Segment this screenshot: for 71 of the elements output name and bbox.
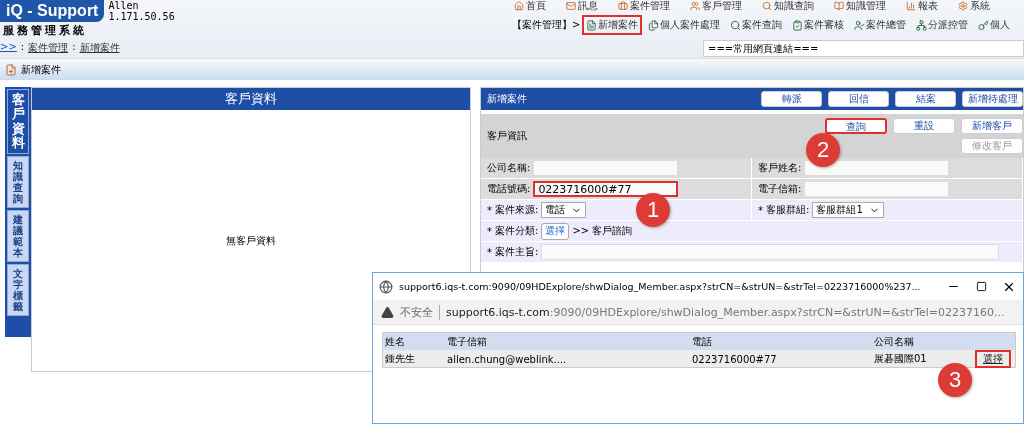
subnav-item[interactable]: 案件審核	[788, 15, 849, 35]
side-tab[interactable]: 客戶資料	[7, 89, 29, 155]
window-title: support6.iqs-t.com:9090/09HDExplore/shwDialog_Member.aspx?strCN=&strUN=&strTel=0223716000%237...	[399, 281, 921, 292]
action-button[interactable]: 新增待處理	[962, 91, 1023, 107]
dropdown[interactable]: 客服群組1	[812, 202, 884, 218]
side-tab[interactable]: 知識查詢	[7, 156, 29, 209]
table-cell-text: 展碁國際01	[874, 352, 928, 366]
subnav-item[interactable]: 案件總管	[850, 15, 911, 35]
nav-item[interactable]: 訊息	[566, 0, 598, 12]
action-button[interactable]: 轉派	[761, 91, 822, 107]
field-label: 電話號碼:	[487, 182, 531, 196]
action-button[interactable]: 結案	[895, 91, 956, 107]
field-label: 客戶姓名:	[758, 161, 802, 175]
nav-item[interactable]: 案件管理	[618, 0, 670, 12]
subnav-item[interactable]: 新增案件	[582, 15, 643, 35]
links-dropdown[interactable]: ===常用網頁連結===	[703, 40, 1024, 57]
nav-item[interactable]: 客戶管理	[690, 0, 742, 12]
toolbar-title: 新增案件	[21, 62, 61, 77]
nav-item[interactable]: 首頁	[514, 0, 546, 12]
form-button[interactable]: 重設	[893, 118, 955, 134]
nav-item[interactable]: 知識管理	[834, 0, 886, 12]
field-label: 電子信箱:	[758, 182, 802, 196]
nav-item[interactable]: 報表	[906, 0, 938, 12]
column-header: 姓名	[385, 334, 406, 349]
side-tab[interactable]: 建議範本	[7, 210, 29, 263]
table-cell-text: 0223716000#77	[692, 353, 778, 365]
panel-title: 新增案件	[487, 92, 527, 106]
breadcrumb-link[interactable]: 新增案件	[79, 41, 120, 55]
side-tab[interactable]: 文字標籤	[7, 264, 29, 317]
subnav-item[interactable]: 分派控管	[912, 15, 973, 35]
breadcrumb-separator: :	[20, 41, 25, 54]
field-label: 客服群組:	[766, 203, 810, 217]
logo: iQ - Support	[0, 0, 105, 22]
table-cell-text: 鍾先生	[385, 352, 416, 366]
form-button[interactable]: 新增客戶	[961, 118, 1023, 134]
security-label: 不安全	[400, 304, 440, 320]
panel-title: 客戶資料	[225, 90, 277, 108]
field-label: 公司名稱:	[487, 161, 531, 175]
system-name: 服務管理系統	[2, 23, 88, 38]
field-label: 案件主旨:	[495, 245, 539, 259]
choose-button[interactable]: 選擇	[541, 222, 570, 240]
dropdown[interactable]: 電話	[541, 202, 587, 218]
subnav-item[interactable]: 案件查詢	[726, 15, 787, 35]
breadcrumb-separator: :	[72, 41, 76, 54]
text-field[interactable]: 0223716000#77	[533, 181, 679, 197]
action-button[interactable]: 回信	[828, 91, 889, 107]
category-text: >> 客戶諮詢	[572, 224, 633, 238]
form-button[interactable]: 查詢	[825, 118, 887, 134]
empty-message: 無客戶資料	[226, 233, 276, 248]
subnav-item[interactable]: 個人	[974, 15, 1015, 35]
required-mark: *	[487, 246, 492, 258]
select-link[interactable]: 選擇	[975, 350, 1011, 368]
column-header: 公司名稱	[874, 334, 915, 349]
section-title: 客戶資訊	[487, 129, 527, 143]
required-mark: *	[487, 204, 492, 216]
column-header: 電子信箱	[447, 334, 488, 349]
nav-item[interactable]: 系統	[958, 0, 990, 12]
required-mark: *	[487, 225, 492, 237]
column-header: 電話	[692, 334, 713, 349]
version-text: 1.171.50.56	[108, 11, 175, 22]
required-mark: *	[758, 204, 763, 216]
field-label: 案件分類:	[495, 224, 539, 238]
user-name: Allen	[108, 0, 140, 11]
table-cell-text: allen.chung@weblink....	[447, 353, 568, 365]
nav-item[interactable]: 知識查詢	[762, 0, 814, 12]
subnav-item[interactable]: 個人案件處理	[644, 15, 725, 35]
breadcrumb-link[interactable]: >>	[0, 41, 17, 55]
address-text[interactable]: support6.iqs-t.com:9090/09HDExplore/shwDialog_Member.aspx?strCN=&strUN=&strTel=02237160...	[446, 305, 1005, 319]
field-label: 案件來源:	[495, 203, 539, 217]
section-label: 【案件管理】>	[512, 18, 581, 32]
breadcrumb-link[interactable]: 案件管理	[28, 41, 69, 55]
